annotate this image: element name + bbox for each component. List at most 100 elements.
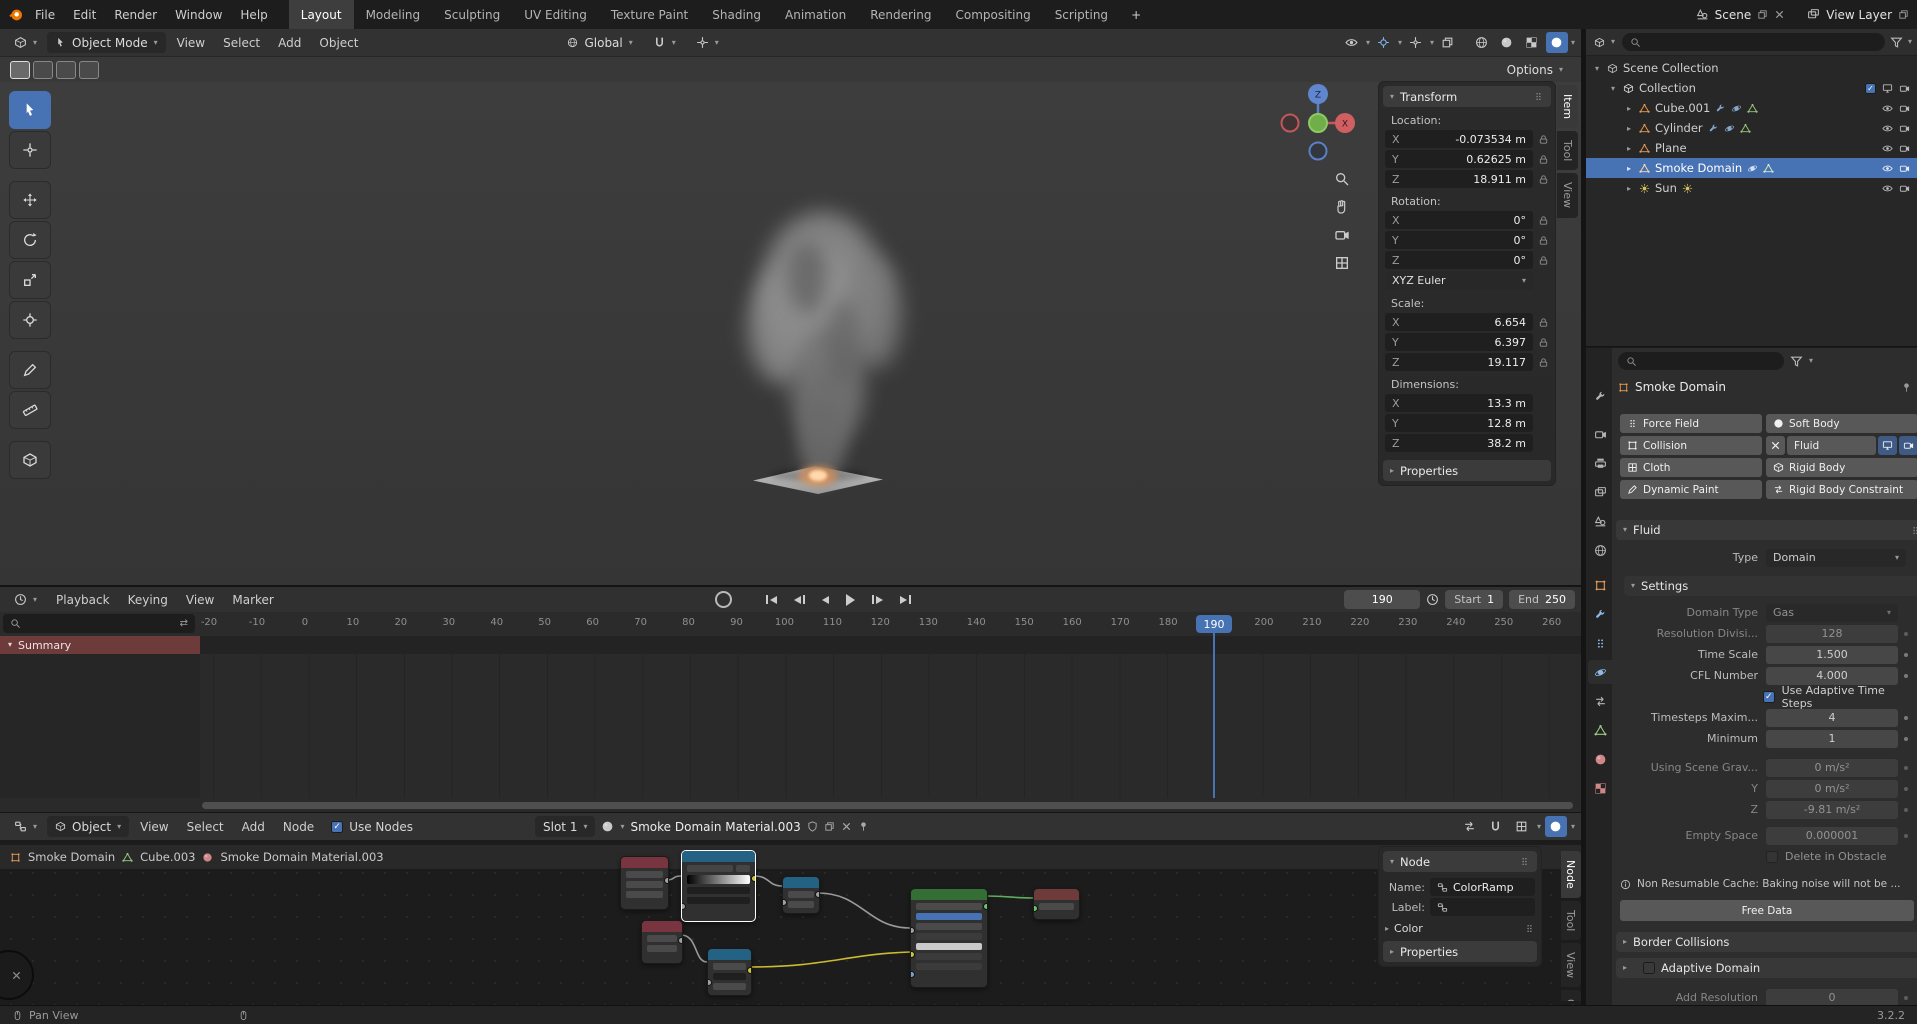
outliner-row-collection[interactable]: ▾ Collection ✓ xyxy=(1586,78,1917,98)
shader-sidebar-tab[interactable]: View xyxy=(1561,943,1581,988)
use-preview-range-icon[interactable] xyxy=(1426,593,1439,606)
workspace-tab[interactable]: Rendering xyxy=(858,0,943,29)
location-y-field[interactable]: Y 0.62625 m xyxy=(1385,150,1533,168)
tab-world[interactable] xyxy=(1588,538,1612,562)
fake-user-shield-icon[interactable] xyxy=(807,821,818,832)
select-mode-extend-button[interactable] xyxy=(33,60,53,79)
select-mode-intersect-button[interactable] xyxy=(79,60,99,79)
timesteps-min-field[interactable]: 1 xyxy=(1766,729,1898,748)
shading-solid-button[interactable] xyxy=(1496,32,1518,53)
time-scale-field[interactable]: 1.500 xyxy=(1766,645,1898,664)
slot-dropdown[interactable]: Slot 1 ▾ xyxy=(535,816,596,837)
outliner-row-cylinder[interactable]: ▸ Cylinder xyxy=(1586,118,1917,138)
tab-particles[interactable] xyxy=(1588,631,1612,655)
timeline-editor-type-button[interactable]: ▾ xyxy=(6,589,45,610)
tab-physics[interactable] xyxy=(1588,660,1612,684)
select-mode-new-button[interactable] xyxy=(10,60,30,79)
hide-viewport-icon[interactable] xyxy=(1882,183,1893,194)
rotate-tool[interactable] xyxy=(9,221,51,259)
disable-render-icon[interactable] xyxy=(1899,183,1910,194)
tab-tool[interactable] xyxy=(1588,384,1612,408)
transform-orientation-dropdown[interactable]: Global ▾ xyxy=(559,32,640,53)
hide-viewport-icon[interactable] xyxy=(1882,163,1893,174)
node-input-socket[interactable] xyxy=(708,979,712,986)
new-view-layer-icon[interactable] xyxy=(1898,9,1909,20)
node-label-field[interactable] xyxy=(1430,898,1535,916)
summary-channel-row[interactable]: ▾ Summary xyxy=(0,636,1581,654)
location-x-field[interactable]: X -0.073534 m xyxy=(1385,130,1533,148)
hide-viewport-icon[interactable] xyxy=(1882,123,1893,134)
dynamic-paint-button[interactable]: Dynamic Paint xyxy=(1620,480,1762,499)
timeline-menu-item[interactable]: Keying xyxy=(119,589,177,611)
channel-search-field[interactable]: ⇄ xyxy=(3,614,195,633)
shader-sidebar-tab[interactable]: Node xyxy=(1561,851,1581,898)
workspace-tab[interactable]: Animation xyxy=(773,0,858,29)
disable-render-icon[interactable] xyxy=(1899,143,1910,154)
gravity-z-field[interactable]: -9.81 m/s² xyxy=(1766,800,1898,819)
node-output-socket[interactable] xyxy=(815,891,819,898)
cursor-tool[interactable] xyxy=(9,131,51,169)
workspace-tab[interactable]: Sculpting xyxy=(432,0,512,29)
force-field-button[interactable]: Force Field xyxy=(1620,414,1762,433)
workspace-tab[interactable]: Layout xyxy=(288,0,354,29)
menu-item[interactable]: Window xyxy=(166,4,231,26)
node-insert-icon[interactable] xyxy=(1459,816,1481,837)
filter-icon[interactable] xyxy=(1790,355,1803,368)
disable-render-icon[interactable] xyxy=(1899,103,1910,114)
unlink-scene-icon[interactable] xyxy=(1774,9,1785,20)
fluid-panel-header[interactable]: ▾ Fluid xyxy=(1616,520,1917,540)
outliner-row-smoke-domain[interactable]: ▸ Smoke Domain xyxy=(1586,158,1917,178)
timeline-scrollbar[interactable] xyxy=(202,802,1573,809)
tab-constraints[interactable] xyxy=(1588,689,1612,713)
move-tool[interactable] xyxy=(9,181,51,219)
viewport-menu-item[interactable]: Object xyxy=(310,32,367,54)
timeline-menu-item[interactable]: View xyxy=(177,589,223,611)
auto-keying-button[interactable] xyxy=(714,591,732,608)
fluid-type-dropdown[interactable]: Domain ▾ xyxy=(1766,548,1906,567)
shader-node-1[interactable] xyxy=(620,856,669,910)
camera-view-icon[interactable] xyxy=(1334,227,1350,243)
menu-item[interactable]: Help xyxy=(231,4,276,26)
soft-body-button[interactable]: Soft Body xyxy=(1766,414,1917,433)
outliner-row-sun[interactable]: ▸ Sun xyxy=(1586,178,1917,198)
lock-icon[interactable] xyxy=(1538,337,1549,348)
select-box-tool[interactable] xyxy=(9,91,51,129)
sidebar-tab[interactable]: View xyxy=(1557,173,1578,218)
properties-search-field[interactable] xyxy=(1618,352,1784,370)
pan-view-icon[interactable] xyxy=(1334,199,1350,215)
prev-keyframe-button[interactable] xyxy=(788,592,811,607)
fluid-render-toggle[interactable] xyxy=(1899,436,1917,455)
shading-material-button[interactable] xyxy=(1521,32,1543,53)
fluid-button[interactable]: Fluid xyxy=(1787,436,1876,455)
shading-rendered-button[interactable] xyxy=(1545,32,1568,53)
fluid-viewport-toggle[interactable] xyxy=(1878,436,1897,455)
invert-filter-icon[interactable]: ⇄ xyxy=(180,618,188,629)
node-snap-icon[interactable] xyxy=(1485,816,1507,837)
pin-icon[interactable] xyxy=(858,821,869,832)
scale-z-field[interactable]: Z 19.117 xyxy=(1385,353,1533,371)
lock-icon[interactable] xyxy=(1538,255,1549,266)
play-reverse-button[interactable] xyxy=(816,593,835,607)
lock-icon[interactable] xyxy=(1538,154,1549,165)
shader-menu-item[interactable]: Add xyxy=(233,816,274,838)
colorramp-node[interactable] xyxy=(681,850,756,922)
node-input-socket[interactable] xyxy=(911,951,915,958)
node-panel-header[interactable]: ▾ Node xyxy=(1383,851,1537,872)
scale-x-field[interactable]: X 6.654 xyxy=(1385,313,1533,331)
scale-tool[interactable] xyxy=(9,261,51,299)
tab-output[interactable] xyxy=(1588,451,1612,475)
shader-menu-item[interactable]: Node xyxy=(274,816,323,838)
annotate-tool[interactable] xyxy=(9,351,51,389)
outliner-editor-type-button[interactable]: ▾ xyxy=(1592,32,1617,53)
node-canvas[interactable]: Smoke Domain Cube.003 Smoke Domain Mater… xyxy=(0,840,1581,1006)
show-object-types-button[interactable] xyxy=(1341,32,1363,53)
filter-icon[interactable] xyxy=(1890,36,1903,49)
shading-wireframe-button[interactable] xyxy=(1471,32,1493,53)
shader-node-3[interactable] xyxy=(641,920,683,964)
scale-y-field[interactable]: Y 6.397 xyxy=(1385,333,1533,351)
mode-dropdown[interactable]: Object Mode ▾ xyxy=(47,32,166,53)
tab-modifiers[interactable] xyxy=(1588,602,1612,626)
free-data-button[interactable]: Free Data xyxy=(1620,900,1914,921)
color-section-label[interactable]: Color xyxy=(1394,922,1423,935)
timeline-menu-item[interactable]: Playback xyxy=(47,589,119,611)
